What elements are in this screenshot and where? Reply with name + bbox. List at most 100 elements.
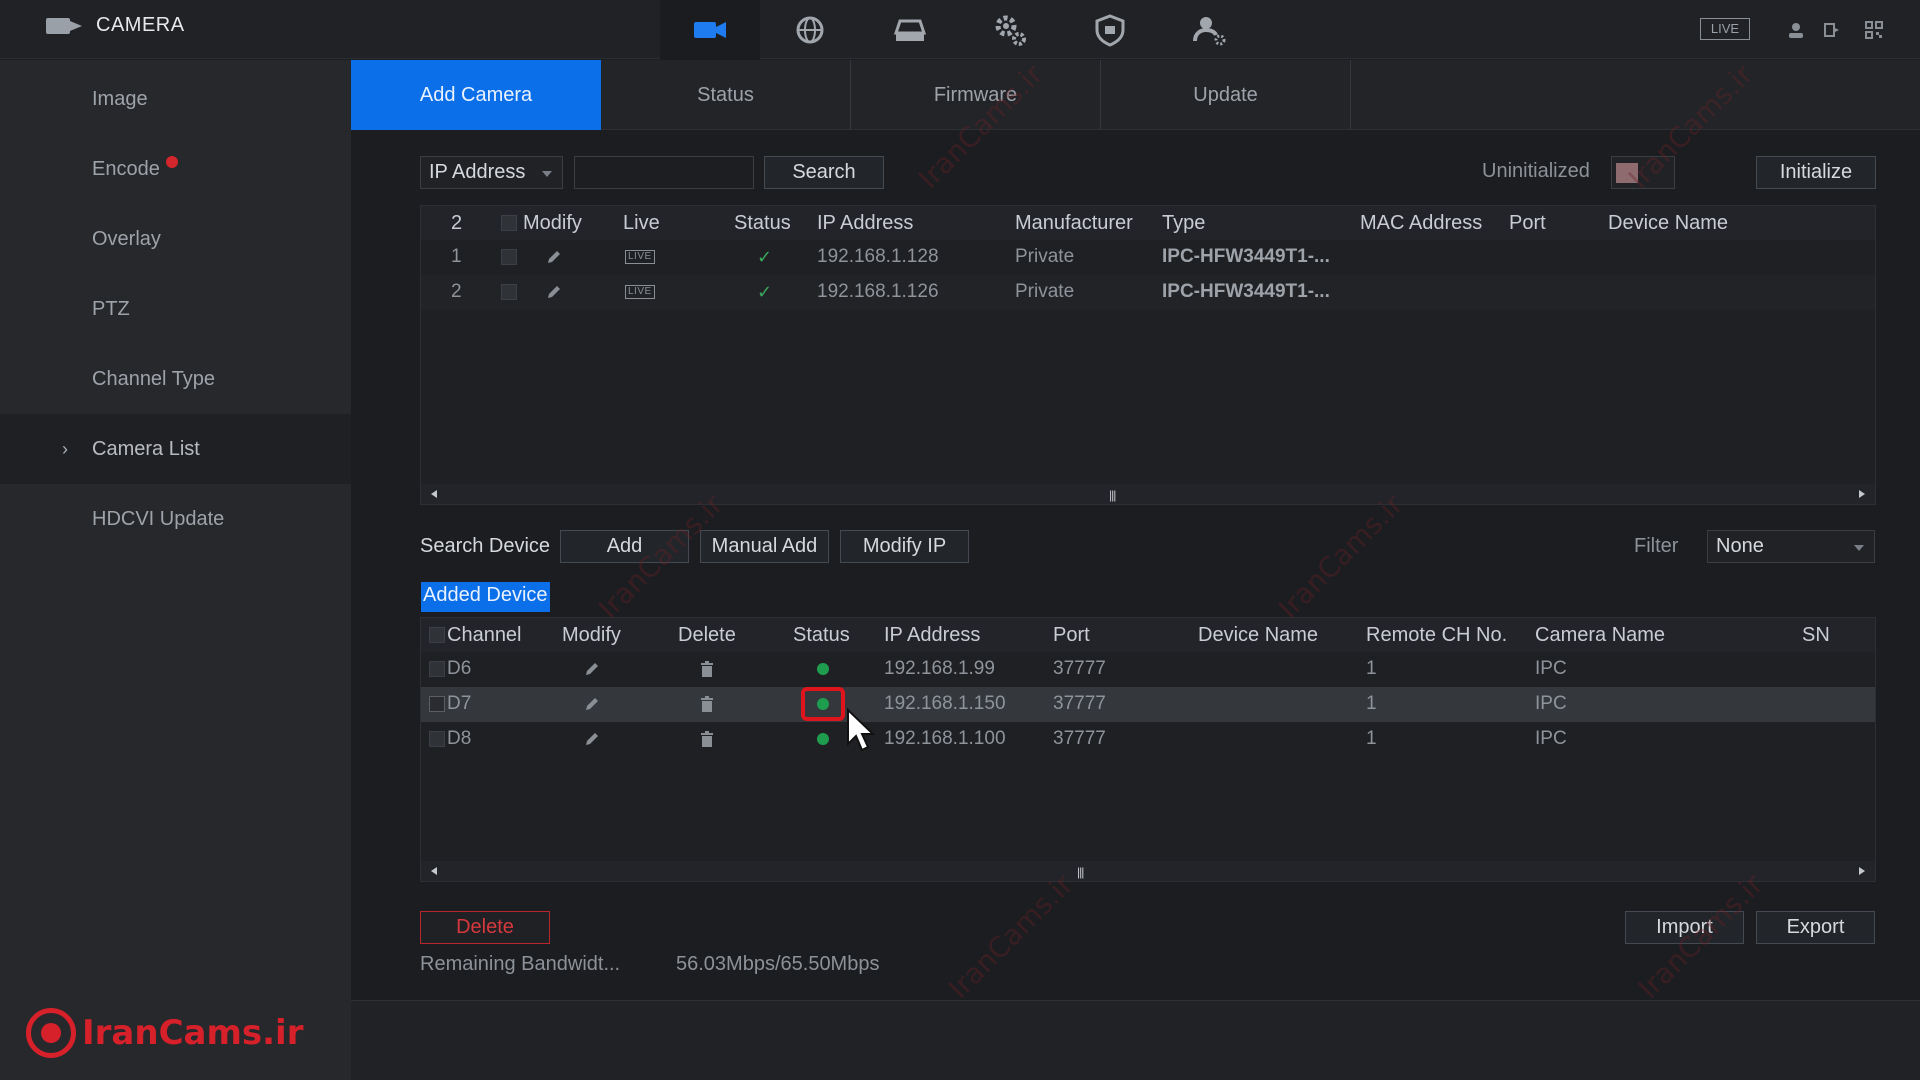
table-row[interactable]: D8 192.168.1.100 37777 1 IPC (421, 722, 1875, 757)
checkbox[interactable] (501, 215, 517, 231)
shield-icon (1095, 13, 1125, 47)
sidebar-item-overlay[interactable]: Overlay (0, 204, 351, 274)
table-row[interactable]: 1 LIVE ✓ 192.168.1.128 Private IPC-HFW34… (421, 240, 1875, 275)
qr-code-icon[interactable] (1864, 20, 1884, 40)
mouse-cursor-icon (847, 708, 876, 752)
tab-status[interactable]: Status (601, 60, 851, 130)
row-checkbox[interactable] (501, 284, 517, 300)
scroll-grip-icon[interactable]: ||| (1077, 865, 1084, 879)
horizontal-scrollbar[interactable]: ||| (421, 484, 1875, 504)
camera-logo-icon (46, 15, 82, 37)
initialize-button[interactable]: Initialize (1756, 156, 1876, 189)
remote-ch-no: 1 (1366, 728, 1377, 749)
filter-value: None (1716, 535, 1764, 557)
header-camera-name: Camera Name (1535, 623, 1666, 646)
header-mac-address: MAC Address (1360, 211, 1483, 234)
sidebar-item-ptz[interactable]: PTZ (0, 274, 351, 344)
logout-icon[interactable] (1822, 20, 1842, 40)
delete-button[interactable]: Delete (420, 911, 550, 944)
header-modify: Modify (523, 211, 582, 234)
sidebar-item-hdcvi-update[interactable]: HDCVI Update (0, 484, 351, 554)
row-checkbox[interactable] (501, 249, 517, 265)
search-type-select[interactable]: IP Address (420, 156, 563, 189)
scroll-grip-icon[interactable]: ||| (1109, 488, 1116, 502)
search-input[interactable] (574, 156, 754, 189)
port: 37777 (1053, 658, 1106, 679)
ip-address: 192.168.1.126 (817, 281, 939, 302)
trash-icon[interactable] (699, 722, 715, 756)
modify-ip-button[interactable]: Modify IP (840, 530, 969, 563)
network-globe-icon (796, 16, 824, 43)
scroll-left-icon[interactable] (431, 490, 437, 498)
chevron-down-icon (1854, 545, 1864, 551)
manual-add-button[interactable]: Manual Add (700, 530, 829, 563)
live-view-button[interactable]: LIVE (1700, 18, 1750, 40)
chevron-down-icon (542, 171, 552, 177)
added-device-table: Channel Modify Delete Status IP Address … (420, 617, 1876, 882)
search-results-table: 2 Modify Live Status IP Address Manufact… (420, 205, 1876, 505)
header-sn: SN (1802, 623, 1830, 646)
top-bar: CAMERA LIVE (0, 0, 1920, 59)
notification-badge (165, 156, 178, 168)
sidebar-item-label: PTZ (92, 297, 130, 320)
nav-network[interactable] (760, 0, 860, 59)
sidebar-item-camera-list[interactable]: › Camera List (0, 414, 351, 484)
sidebar: Image Encode Overlay PTZ Channel Type › C… (0, 60, 351, 1080)
scroll-left-icon[interactable] (431, 867, 437, 875)
tab-add-camera[interactable]: Add Camera (351, 60, 601, 130)
export-button[interactable]: Export (1756, 911, 1875, 944)
manufacturer: Private (1015, 281, 1075, 302)
live-preview-icon[interactable]: LIVE (625, 250, 655, 264)
pencil-icon[interactable] (583, 722, 601, 756)
sidebar-item-label: Encode (92, 157, 160, 180)
table-row-selected[interactable]: D7 192.168.1.150 37777 1 IPC (421, 687, 1875, 722)
header-device-name: Device Name (1608, 211, 1729, 234)
pencil-icon[interactable] (583, 687, 601, 721)
select-all-checkbox[interactable] (429, 627, 445, 643)
sidebar-item-channel-type[interactable]: Channel Type (0, 344, 351, 414)
port: 37777 (1053, 728, 1106, 749)
sidebar-item-label: Channel Type (92, 367, 216, 390)
ip-address: 192.168.1.150 (884, 693, 1006, 714)
header-remote-ch-no: Remote CH No. (1366, 623, 1508, 646)
table-row[interactable]: 2 LIVE ✓ 192.168.1.126 Private IPC-HFW34… (421, 275, 1875, 310)
header-live: Live (623, 211, 660, 234)
row-checkbox[interactable] (429, 661, 445, 677)
horizontal-scrollbar[interactable]: ||| (421, 861, 1875, 881)
camera-icon (694, 21, 726, 38)
settings-gears-icon (995, 15, 1026, 46)
scroll-right-icon[interactable] (1859, 867, 1865, 875)
live-preview-icon[interactable]: LIVE (625, 285, 655, 299)
pencil-icon[interactable] (583, 652, 601, 686)
scroll-right-icon[interactable] (1859, 490, 1865, 498)
remaining-bandwidth-value: 56.03Mbps/65.50Mbps (676, 953, 880, 975)
filter-select[interactable]: None (1707, 530, 1875, 563)
tab-update[interactable]: Update (1101, 60, 1351, 130)
user-icon[interactable] (1786, 20, 1806, 40)
chevron-right-icon: › (62, 438, 68, 459)
search-device-button[interactable]: Search Device (420, 535, 550, 558)
nav-settings[interactable] (960, 0, 1060, 59)
sidebar-item-encode[interactable]: Encode (0, 134, 351, 204)
pencil-icon[interactable] (545, 240, 563, 274)
header-type: Type (1162, 211, 1206, 234)
nav-security[interactable] (1060, 0, 1160, 59)
added-device-section-label: Added Device (421, 582, 550, 612)
trash-icon[interactable] (699, 652, 715, 686)
nav-storage[interactable] (860, 0, 960, 59)
channel: D8 (447, 728, 472, 749)
header-port: Port (1509, 211, 1546, 234)
header-ip-address: IP Address (884, 623, 981, 646)
search-button[interactable]: Search (764, 156, 884, 189)
row-checkbox[interactable] (429, 731, 445, 747)
nav-account[interactable] (1160, 0, 1260, 59)
nav-camera[interactable] (660, 0, 760, 59)
table-row[interactable]: D6 192.168.1.99 37777 1 IPC (421, 652, 1875, 687)
trash-icon[interactable] (699, 687, 715, 721)
select-all-checkbox[interactable] (501, 206, 517, 240)
header-status: Status (734, 211, 791, 234)
row-checkbox[interactable] (429, 696, 445, 712)
sidebar-item-image[interactable]: Image (0, 64, 351, 134)
header-manufacturer: Manufacturer (1015, 211, 1133, 234)
pencil-icon[interactable] (545, 275, 563, 309)
